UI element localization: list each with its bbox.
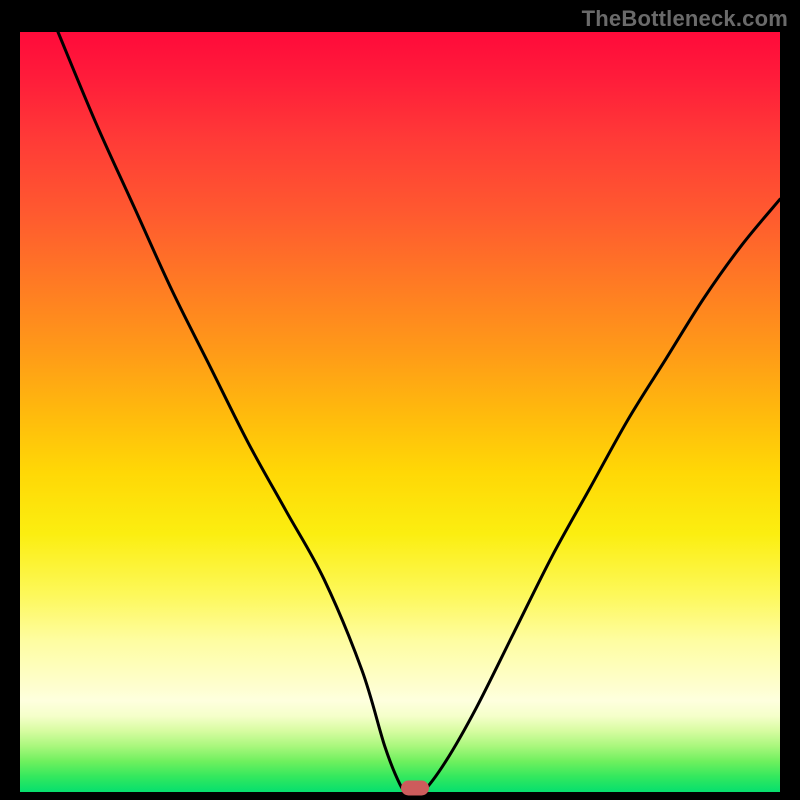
watermark-text: TheBottleneck.com (582, 6, 788, 32)
bottleneck-curve (20, 32, 780, 792)
chart-frame (20, 32, 780, 792)
chart-stage: TheBottleneck.com (0, 0, 800, 800)
optimum-marker (401, 781, 429, 796)
